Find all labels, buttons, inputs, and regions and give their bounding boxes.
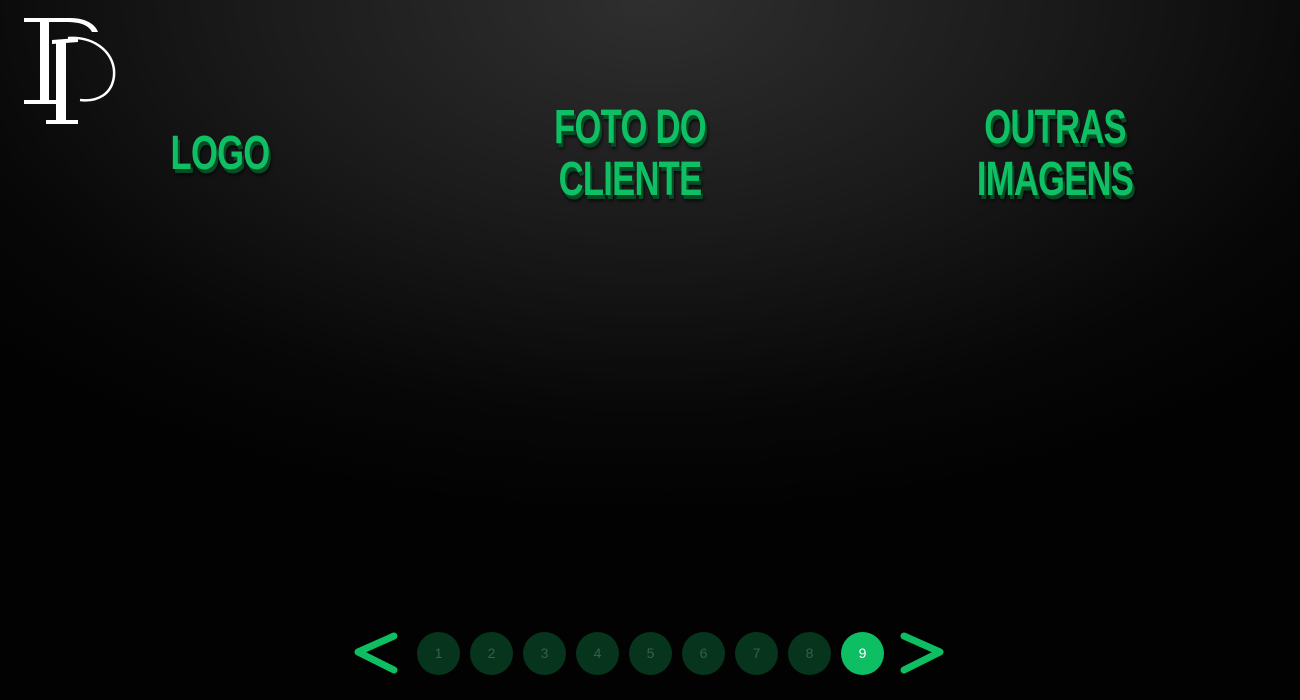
page-dot-8[interactable]: 8 xyxy=(788,632,831,675)
page-dot-5[interactable]: 5 xyxy=(629,632,672,675)
page-dot-1[interactable]: 1 xyxy=(417,632,460,675)
page-dot-3[interactable]: 3 xyxy=(523,632,566,675)
pagination: 1 2 3 4 5 6 7 8 9 xyxy=(350,630,950,676)
logo-heading: LOGO xyxy=(148,128,292,180)
page-dot-4[interactable]: 4 xyxy=(576,632,619,675)
foto-heading-line2: CLIENTE xyxy=(558,153,703,206)
outras-heading-line2: IMAGENS xyxy=(976,153,1134,206)
chevron-left-icon[interactable] xyxy=(352,630,398,676)
page-dot-6[interactable]: 6 xyxy=(682,632,725,675)
page-dot-2[interactable]: 2 xyxy=(470,632,513,675)
foto-heading-line1: FOTO DO xyxy=(554,101,706,154)
dp-monogram-logo xyxy=(24,18,116,124)
chevron-right-icon[interactable] xyxy=(900,630,946,676)
outras-imagens-heading: OUTRAS IMAGENS xyxy=(965,102,1145,206)
outras-heading-line1: OUTRAS xyxy=(984,101,1126,154)
page-dot-9[interactable]: 9 xyxy=(841,632,884,675)
foto-do-cliente-heading: FOTO DO CLIENTE xyxy=(540,102,720,206)
page-dot-7[interactable]: 7 xyxy=(735,632,778,675)
logo-heading-text: LOGO xyxy=(170,127,271,180)
